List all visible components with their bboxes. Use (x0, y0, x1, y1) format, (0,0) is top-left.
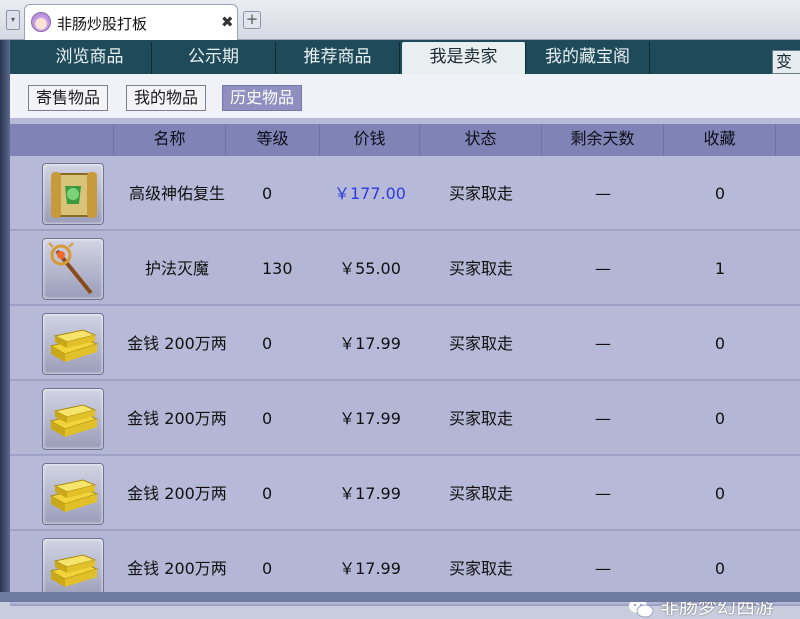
history-items-button[interactable]: 历史物品 (222, 85, 303, 111)
item-name: 金钱 200万两 (127, 484, 227, 503)
main-nav: 浏览商品 公示期 推荐商品 我是卖家 我的藏宝阁 变 (10, 40, 800, 75)
item-status: 买家取走 (448, 334, 513, 353)
item-days-left: — (595, 409, 611, 428)
item-level: 0 (262, 409, 273, 428)
tab-menu-icon[interactable]: ▾ (6, 10, 20, 30)
item-favorites: 0 (714, 184, 726, 203)
item-status: 买家取走 (448, 409, 513, 428)
header-price[interactable]: 价钱 (320, 124, 420, 156)
header-icon-column (10, 124, 114, 156)
item-level: 130 (262, 259, 293, 278)
consign-items-button[interactable]: 寄售物品 (28, 85, 109, 111)
avatar-icon (31, 12, 51, 32)
bottom-strip (0, 592, 800, 602)
item-name: 护法灭魔 (144, 259, 209, 278)
tab-announcement[interactable]: 公示期 (152, 42, 276, 74)
header-level[interactable]: 等级 (226, 124, 320, 156)
item-price: ￥55.00 (339, 259, 401, 278)
table-row[interactable]: 护法灭魔 130 ￥55.00 买家取走 — 1 (10, 231, 800, 306)
item-price: ￥17.99 (339, 409, 401, 428)
item-price: ￥177.00 (334, 184, 406, 203)
game-window: 浏览商品 公示期 推荐商品 我是卖家 我的藏宝阁 变 寄售物品 我的物品 历史物… (10, 40, 800, 618)
item-status: 买家取走 (448, 259, 513, 278)
table-row[interactable]: 金钱 200万两 0 ￥17.99 买家取走 — 0 (10, 306, 800, 381)
item-level: 0 (262, 484, 273, 503)
gold-bars-icon[interactable] (42, 538, 104, 600)
tab-browse[interactable]: 浏览商品 (28, 42, 152, 74)
header-status[interactable]: 状态 (420, 124, 542, 156)
table-row[interactable]: 金钱 200万两 0 ￥17.99 买家取走 — 0 (10, 381, 800, 456)
browser-tab[interactable]: 非肠炒股打板 ✖ (24, 4, 238, 40)
item-favorites: 0 (714, 409, 726, 428)
window-left-edge (0, 40, 10, 602)
my-items-button[interactable]: 我的物品 (126, 85, 207, 111)
item-favorites: 1 (714, 259, 726, 278)
item-name: 金钱 200万两 (127, 334, 227, 353)
nav-right-button[interactable]: 变 (772, 50, 800, 74)
item-price: ￥17.99 (339, 484, 401, 503)
gold-bars-icon[interactable] (42, 388, 104, 450)
tab-seller[interactable]: 我是卖家 (402, 42, 526, 75)
browser-tab-strip: ▾ 非肠炒股打板 ✖ + (0, 0, 800, 40)
item-name: 金钱 200万两 (127, 409, 227, 428)
header-name[interactable]: 名称 (114, 124, 226, 156)
item-favorites: 0 (714, 334, 726, 353)
table-row[interactable]: 金钱 200万两 0 ￥17.99 买家取走 — 0 (10, 456, 800, 531)
item-name: 高级神佑复生 (128, 184, 225, 203)
header-favorites[interactable]: 收藏 (664, 124, 776, 156)
item-price: ￥17.99 (339, 334, 401, 353)
table-body: 高级神佑复生 0 ￥177.00 买家取走 — 0 护法灭魔 130 ￥55.00 买家取走 — 1 金… (10, 156, 800, 606)
close-icon[interactable]: ✖ (221, 13, 234, 31)
gold-bars-icon[interactable] (42, 463, 104, 525)
item-days-left: — (595, 484, 611, 503)
tab-recommended[interactable]: 推荐商品 (276, 42, 400, 74)
item-status: 买家取走 (448, 484, 513, 503)
item-days-left: — (595, 259, 611, 278)
scroll-icon[interactable] (42, 163, 104, 225)
tab-treasure[interactable]: 我的藏宝阁 (526, 42, 650, 74)
item-favorites: 0 (714, 484, 726, 503)
table-row[interactable]: 高级神佑复生 0 ￥177.00 买家取走 — 0 (10, 156, 800, 231)
sub-nav: 寄售物品 我的物品 历史物品 (10, 74, 800, 118)
new-tab-button[interactable]: + (243, 11, 261, 29)
staff-icon[interactable] (42, 238, 104, 300)
browser-tab-title: 非肠炒股打板 (57, 15, 148, 33)
gold-bars-icon[interactable] (42, 313, 104, 375)
item-level: 0 (262, 334, 273, 353)
header-days-left[interactable]: 剩余天数 (542, 124, 664, 156)
table-header: 名称 等级 价钱 状态 剩余天数 收藏 (10, 124, 800, 156)
item-status: 买家取走 (448, 184, 513, 203)
item-level: 0 (262, 184, 273, 203)
item-days-left: — (595, 184, 611, 203)
item-days-left: — (595, 334, 611, 353)
